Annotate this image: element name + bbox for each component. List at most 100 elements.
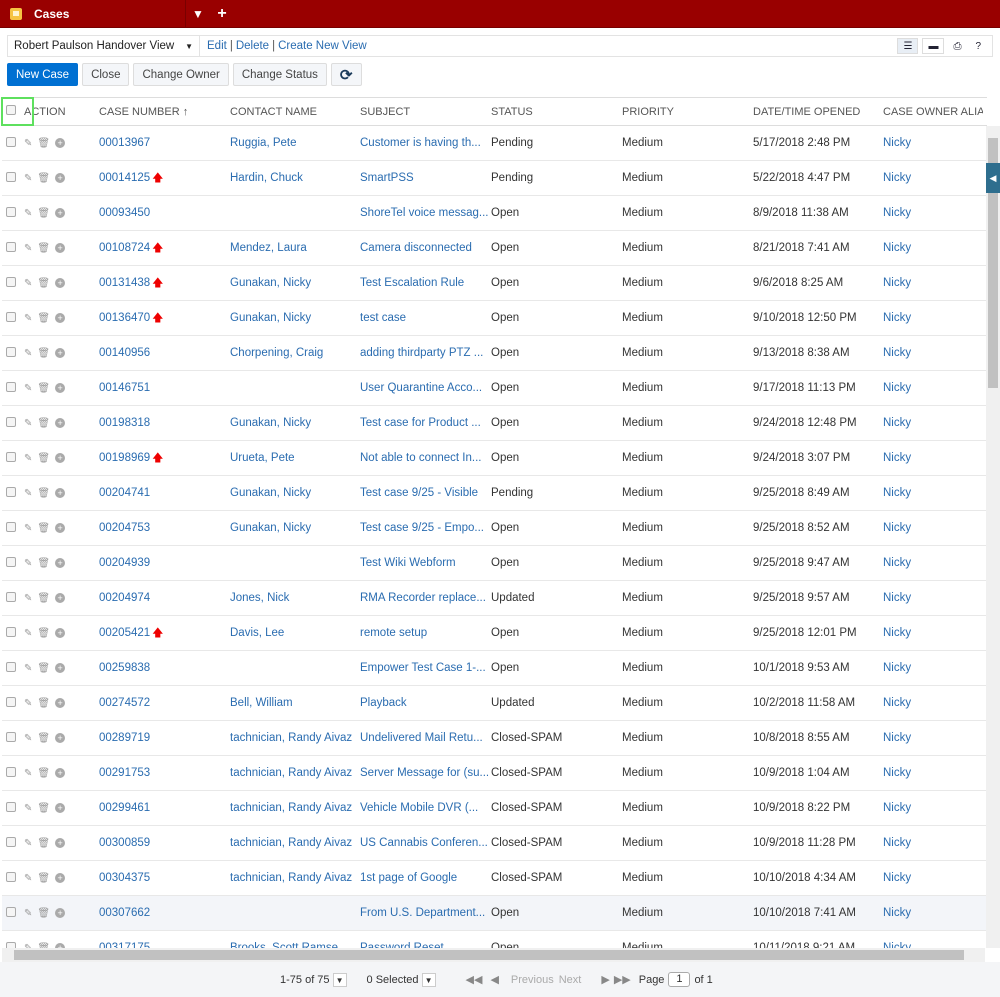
first-page-icon[interactable]: ◀◀ [466, 973, 483, 986]
edit-icon[interactable]: ✎ [24, 873, 32, 884]
subject-link[interactable]: Empower Test Case 1-... [360, 662, 491, 674]
contact-name-link[interactable]: Ruggia, Pete [230, 137, 360, 149]
row-checkbox[interactable] [6, 311, 16, 322]
edit-view-link[interactable]: Edit [207, 40, 227, 52]
contact-name-link[interactable]: Gunakan, Nicky [230, 522, 360, 534]
edit-icon[interactable]: ✎ [24, 383, 32, 394]
subject-link[interactable]: Customer is having th... [360, 137, 491, 149]
subject-link[interactable]: Test case 9/25 - Visible [360, 487, 491, 499]
row-checkbox[interactable] [6, 381, 16, 392]
change-status-button[interactable]: Change Status [232, 63, 327, 86]
subject-link[interactable]: adding thirdparty PTZ ... [360, 347, 491, 359]
case-number-link[interactable]: 00198318 [99, 417, 150, 429]
add-icon[interactable]: + [55, 278, 66, 288]
case-number-link[interactable]: 00093450 [99, 207, 150, 219]
row-checkbox[interactable] [6, 171, 16, 182]
delete-icon[interactable]: 🗑 [37, 768, 50, 779]
add-icon[interactable]: + [55, 803, 66, 813]
feed-view-icon[interactable]: ▬ [922, 38, 945, 54]
print-icon[interactable]: ⎙ [948, 38, 966, 54]
subject-link[interactable]: Test Wiki Webform [360, 557, 491, 569]
subject-link[interactable]: Undelivered Mail Retu... [360, 732, 491, 744]
header-priority[interactable]: Priority [622, 106, 753, 118]
row-checkbox[interactable] [6, 766, 16, 777]
add-icon[interactable]: + [55, 523, 66, 533]
contact-name-link[interactable]: Davis, Lee [230, 627, 360, 639]
prev-page-icon[interactable]: ◀ [490, 973, 498, 986]
owner-alias-link[interactable]: Nicky [883, 312, 983, 324]
edit-icon[interactable]: ✎ [24, 523, 32, 534]
row-checkbox[interactable] [6, 906, 16, 917]
list-view-icon[interactable]: ☰ [897, 38, 919, 54]
row-checkbox[interactable] [6, 451, 16, 462]
owner-alias-link[interactable]: Nicky [883, 872, 983, 884]
edit-icon[interactable]: ✎ [24, 418, 32, 429]
delete-icon[interactable]: 🗑 [37, 628, 50, 639]
row-checkbox[interactable] [6, 661, 16, 672]
case-number-link[interactable]: 00299461 [99, 802, 150, 814]
row-checkbox[interactable] [6, 591, 16, 602]
add-icon[interactable]: + [55, 733, 66, 743]
contact-name-link[interactable]: Chorpening, Craig [230, 347, 360, 359]
row-checkbox[interactable] [6, 521, 16, 532]
horizontal-scrollbar[interactable] [2, 948, 985, 962]
row-checkbox[interactable] [6, 136, 16, 147]
row-checkbox[interactable] [6, 346, 16, 357]
owner-alias-link[interactable]: Nicky [883, 697, 983, 709]
contact-name-link[interactable]: tachnician, Randy Aivaz [230, 732, 360, 744]
subject-link[interactable]: Not able to connect In... [360, 452, 491, 464]
owner-alias-link[interactable]: Nicky [883, 277, 983, 289]
delete-icon[interactable]: 🗑 [37, 733, 50, 744]
row-checkbox[interactable] [6, 556, 16, 567]
close-button[interactable]: Close [82, 63, 130, 86]
subject-link[interactable]: RMA Recorder replace... [360, 592, 491, 604]
next-link[interactable]: Next [559, 974, 582, 986]
contact-name-link[interactable]: Gunakan, Nicky [230, 277, 360, 289]
row-checkbox[interactable] [6, 276, 16, 287]
add-icon[interactable]: + [55, 873, 66, 883]
delete-icon[interactable]: 🗑 [37, 803, 50, 814]
case-number-link[interactable]: 00274572 [99, 697, 150, 709]
add-icon[interactable]: + [55, 558, 66, 568]
edit-icon[interactable]: ✎ [24, 733, 32, 744]
subject-link[interactable]: 1st page of Google [360, 872, 491, 884]
subject-link[interactable]: Camera disconnected [360, 242, 491, 254]
help-icon[interactable]: ? [970, 38, 986, 54]
edit-icon[interactable]: ✎ [24, 138, 32, 149]
edit-icon[interactable]: ✎ [24, 208, 32, 219]
add-icon[interactable]: + [55, 628, 66, 638]
row-checkbox[interactable] [6, 241, 16, 252]
owner-alias-link[interactable]: Nicky [883, 592, 983, 604]
selection-dropdown[interactable]: ▼ [421, 972, 436, 987]
add-icon[interactable]: + [55, 208, 66, 218]
edit-icon[interactable]: ✎ [24, 348, 32, 359]
case-number-link[interactable]: 00204753 [99, 522, 150, 534]
tab-cases[interactable]: Cases [0, 0, 186, 28]
edit-icon[interactable]: ✎ [24, 278, 32, 289]
case-number-link[interactable]: 00198969 [99, 452, 150, 464]
row-checkbox[interactable] [6, 206, 16, 217]
add-icon[interactable]: + [55, 243, 66, 253]
subject-link[interactable]: Server Message for (su... [360, 767, 491, 779]
case-number-link[interactable]: 00300859 [99, 837, 150, 849]
owner-alias-link[interactable]: Nicky [883, 522, 983, 534]
row-checkbox[interactable] [6, 626, 16, 637]
add-icon[interactable]: + [55, 488, 66, 498]
edit-icon[interactable]: ✎ [24, 768, 32, 779]
owner-alias-link[interactable]: Nicky [883, 487, 983, 499]
subject-link[interactable]: remote setup [360, 627, 491, 639]
owner-alias-link[interactable]: Nicky [883, 557, 983, 569]
row-checkbox[interactable] [6, 696, 16, 707]
add-icon[interactable]: + [55, 838, 66, 848]
contact-name-link[interactable]: tachnician, Randy Aivaz [230, 872, 360, 884]
contact-name-link[interactable]: Mendez, Laura [230, 242, 360, 254]
delete-icon[interactable]: 🗑 [37, 418, 50, 429]
contact-name-link[interactable]: Gunakan, Nicky [230, 417, 360, 429]
delete-icon[interactable]: 🗑 [37, 873, 50, 884]
add-icon[interactable]: + [55, 663, 66, 673]
edit-icon[interactable]: ✎ [24, 558, 32, 569]
subject-link[interactable]: test case [360, 312, 491, 324]
case-number-link[interactable]: 00291753 [99, 767, 150, 779]
contact-name-link[interactable]: Jones, Nick [230, 592, 360, 604]
delete-icon[interactable]: 🗑 [37, 243, 50, 254]
